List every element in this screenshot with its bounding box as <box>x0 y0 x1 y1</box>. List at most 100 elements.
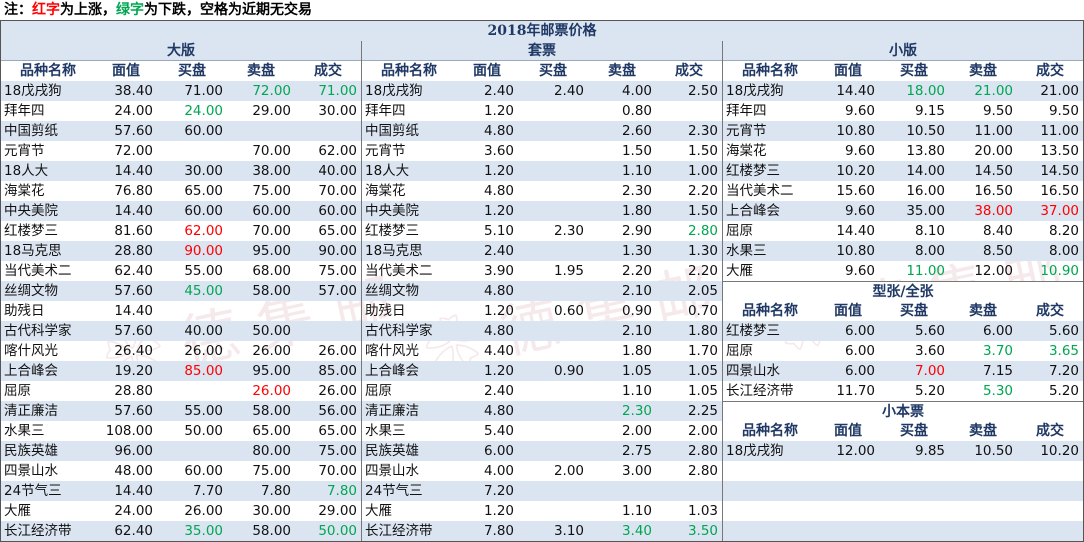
table-row: 18戊戌狗 14.40 18.00 21.00 21.00 <box>723 81 1083 101</box>
cell-bid <box>518 421 588 441</box>
cell-deal: 1.05 <box>687 383 718 399</box>
cell-name: 拜年四 <box>365 103 406 119</box>
note-mid2: 为下跌，空格为近期无交易 <box>144 2 312 18</box>
cell-name: 水果三 <box>726 243 767 259</box>
table-row: 24节气三 14.40 7.70 7.80 7.80 <box>1 481 361 501</box>
cell-ask: 26.00 <box>252 343 291 359</box>
table-row: 民族英雄 6.00 2.75 2.80 <box>362 441 722 461</box>
cell-name: 丝绸文物 <box>365 283 419 299</box>
cell-deal: 2.00 <box>687 423 718 439</box>
cell-name: 清正廉洁 <box>4 403 58 419</box>
cell-deal: 10.20 <box>1040 443 1079 459</box>
table-row: 当代美术二 15.60 16.00 16.50 16.50 <box>723 181 1083 201</box>
cell-ask: 30.00 <box>252 503 291 519</box>
cell-face-value: 1.20 <box>483 203 514 219</box>
cell-bid <box>518 161 588 181</box>
cell-deal: 1.70 <box>687 343 718 359</box>
cell-bid <box>157 381 227 401</box>
cell-face-value: 14.40 <box>114 203 153 219</box>
cell-deal: 3.65 <box>1048 343 1079 359</box>
cell-ask: 70.00 <box>252 143 291 159</box>
cell-ask: 1.80 <box>621 343 652 359</box>
cell-deal: 26.00 <box>318 383 357 399</box>
cell-ask: 2.00 <box>621 423 652 439</box>
column-header-name: 品种名称 <box>381 63 437 79</box>
column-header-name: 品种名称 <box>742 423 798 439</box>
cell-deal: 2.20 <box>687 183 718 199</box>
cell-face-value: 15.60 <box>836 183 875 199</box>
cell-ask: 1.80 <box>621 203 652 219</box>
cell-ask: 80.00 <box>252 443 291 459</box>
cell-face-value: 10.80 <box>836 123 875 139</box>
cell-bid: 35.00 <box>184 523 223 539</box>
cell-bid <box>518 381 588 401</box>
cell-bid: 65.00 <box>184 183 223 199</box>
column-header-bid: 买盘 <box>539 63 567 79</box>
table-row: 中央美院 1.20 1.80 1.50 <box>362 201 722 221</box>
table-row: 18戊戌狗 2.40 2.40 4.00 2.50 <box>362 81 722 101</box>
cell-bid: 26.00 <box>184 503 223 519</box>
table-row: 古代科学家 57.60 40.00 50.00 <box>1 321 361 341</box>
cell-name: 海棠花 <box>4 183 45 199</box>
cell-name: 大雁 <box>365 503 392 519</box>
column-header-name: 品种名称 <box>20 63 76 79</box>
cell-name: 红楼梦三 <box>726 163 780 179</box>
cell-bid <box>157 301 227 321</box>
cell-ask: 1.10 <box>621 503 652 519</box>
table-row: 上合峰会 19.20 85.00 95.00 85.00 <box>1 361 361 381</box>
table-row: 水果三 5.40 2.00 2.00 <box>362 421 722 441</box>
cell-deal: 57.00 <box>318 283 357 299</box>
cell-name: 18马克思 <box>365 243 423 259</box>
cell-bid: 71.00 <box>184 83 223 99</box>
cell-name: 18戊戌狗 <box>726 83 784 99</box>
table-row: 红楼梦三 6.00 5.60 6.00 5.60 <box>723 321 1083 341</box>
panel-daban: 大版 品种名称 面值 买盘 卖盘 成交 18戊戌狗 38.40 71.00 72.00 71.00 拜… <box>1 41 361 541</box>
cell-deal: 2.30 <box>687 123 718 139</box>
cell-deal <box>656 481 722 501</box>
cell-face-value: 9.60 <box>844 143 875 159</box>
cell-face-value: 81.60 <box>114 223 153 239</box>
cell-name: 长江经济带 <box>726 383 794 399</box>
cell-name: 上合峰会 <box>4 363 58 379</box>
cell-deal: 30.00 <box>318 103 357 119</box>
cell-bid: 60.00 <box>184 203 223 219</box>
column-header-bid: 买盘 <box>900 423 928 439</box>
cell-face-value: 14.40 <box>114 303 153 319</box>
cell-face-value: 4.00 <box>483 463 514 479</box>
cell-ask: 3.00 <box>621 463 652 479</box>
cell-deal: 60.00 <box>318 203 357 219</box>
cell-bid: 11.00 <box>906 263 945 279</box>
cell-deal: 2.80 <box>687 443 718 459</box>
cell-bid: 16.00 <box>906 183 945 199</box>
cell-name: 屈原 <box>4 383 31 399</box>
cell-face-value: 24.00 <box>114 103 153 119</box>
cell-bid: 2.00 <box>553 463 584 479</box>
cell-bid: 45.00 <box>184 283 223 299</box>
column-header-ask: 卖盘 <box>969 63 997 79</box>
cell-bid <box>157 141 227 161</box>
cell-name: 四景山水 <box>726 363 780 379</box>
cell-deal: 14.50 <box>1040 163 1079 179</box>
table-row: 中国剪纸 57.60 60.00 <box>1 121 361 141</box>
cell-name: 拜年四 <box>4 103 45 119</box>
table-row: 18马克思 28.80 90.00 95.00 90.00 <box>1 241 361 261</box>
cell-face-value: 26.40 <box>114 343 153 359</box>
column-header-face-value: 面值 <box>473 63 501 79</box>
table-row: 四景山水 4.00 2.00 3.00 2.80 <box>362 461 722 481</box>
panel-taopiao: 套票 品种名称 面值 买盘 卖盘 成交 18戊戌狗 2.40 2.40 4.00 2.50 拜年四 1.… <box>362 41 722 541</box>
cell-deal: 85.00 <box>318 363 357 379</box>
cell-bid: 18.00 <box>906 83 945 99</box>
xiaobenpiao-section-title: 小本票 <box>723 401 1083 421</box>
column-header-deal: 成交 <box>1036 303 1064 319</box>
cell-face-value: 76.80 <box>114 183 153 199</box>
cell-face-value: 4.80 <box>483 123 514 139</box>
cell-face-value: 14.40 <box>114 483 153 499</box>
cell-face-value: 57.60 <box>114 403 153 419</box>
cell-ask: 58.00 <box>252 403 291 419</box>
daban-section-title: 大版 <box>1 41 361 61</box>
cell-name: 丝绸文物 <box>4 283 58 299</box>
cell-bid: 10.50 <box>906 123 945 139</box>
column-header-bid: 买盘 <box>178 63 206 79</box>
cell-name: 喀什风光 <box>365 343 419 359</box>
column-header-bid: 买盘 <box>900 303 928 319</box>
